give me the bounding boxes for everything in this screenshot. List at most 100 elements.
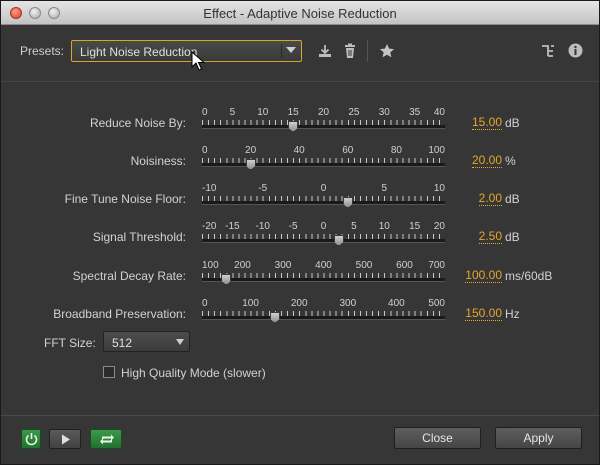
scale-tick-label: 100	[242, 298, 259, 309]
reduce-noise-by-unit: dB	[505, 116, 520, 130]
signal-threshold-unit: dB	[505, 230, 520, 244]
header-divider	[1, 81, 599, 82]
scale-tick-label: 60	[342, 145, 354, 156]
fft-size-label: FFT Size:	[44, 336, 96, 350]
noisiness-slider[interactable]: 0 20 40 60 80 100	[202, 145, 445, 171]
loop-icon	[100, 434, 114, 445]
slider-track[interactable]	[202, 278, 445, 282]
close-button[interactable]: Close	[394, 427, 481, 449]
scale-tick-label: 0	[320, 221, 327, 232]
signal-threshold-slider[interactable]: -20 -15 -10 -5 0 5 10 15 20	[202, 221, 445, 247]
scale-tick-label: -20	[202, 221, 217, 232]
apply-button[interactable]: Apply	[495, 427, 582, 449]
scale-tick-label: 80	[390, 145, 402, 156]
fft-size-dropdown[interactable]: 512	[103, 331, 190, 352]
presets-selected-value: Light Noise Reduction	[80, 45, 198, 59]
noisiness-label: Noisiness:	[130, 154, 186, 168]
scale-tick-label: 0	[202, 298, 208, 309]
scale-tick-label: 5	[351, 221, 357, 232]
slider-thumb[interactable]	[342, 197, 353, 208]
slider-scale: -20 -15 -10 -5 0 5 10 15 20	[202, 221, 445, 233]
signal-threshold-value[interactable]: 2.50	[478, 230, 502, 244]
scale-tick-label: 400	[388, 298, 405, 309]
noisiness-unit: %	[505, 154, 516, 168]
fine-tune-noise-floor-slider[interactable]: -10 -5 0 5 10	[202, 183, 445, 209]
power-icon	[25, 433, 38, 446]
slider-thumb[interactable]	[245, 159, 256, 170]
scale-tick-label: 20	[245, 145, 257, 156]
spectral-decay-rate-label: Spectral Decay Rate:	[72, 269, 186, 283]
slider-thumb[interactable]	[333, 235, 344, 246]
high-quality-checkbox[interactable]	[103, 366, 115, 378]
preview-play-button[interactable]	[49, 429, 81, 449]
delete-preset-icon[interactable]	[343, 43, 357, 64]
save-preset-icon[interactable]	[317, 43, 333, 64]
scale-tick-label: 400	[315, 260, 332, 271]
broadband-preservation-label: Broadband Preservation:	[53, 307, 186, 321]
slider-track[interactable]	[202, 239, 445, 243]
slider-scale: 0 100 200 300 400 500	[202, 298, 445, 310]
scale-tick-label: 100	[202, 260, 219, 271]
scale-tick-label: 25	[348, 107, 360, 118]
presets-label: Presets:	[20, 44, 65, 58]
slider-track[interactable]	[202, 316, 445, 320]
spectral-decay-rate-value[interactable]: 100.00	[465, 269, 502, 283]
slider-track[interactable]	[202, 125, 445, 129]
scale-tick-label: 40	[433, 107, 445, 118]
chevron-down-icon	[281, 44, 298, 58]
routing-icon[interactable]	[540, 43, 556, 64]
scale-tick-label: 30	[378, 107, 390, 118]
scale-tick-label: -10	[202, 183, 217, 194]
scale-tick-label: 700	[428, 260, 445, 271]
slider-track[interactable]	[202, 163, 445, 167]
reduce-noise-by-label: Reduce Noise By:	[89, 116, 186, 130]
fine-tune-noise-floor-value[interactable]: 2.00	[478, 192, 502, 206]
scale-tick-label: 10	[378, 221, 390, 232]
scale-tick-label: 20	[317, 107, 330, 118]
presets-dropdown[interactable]: Light Noise Reduction	[71, 40, 302, 62]
scale-tick-label: 5	[229, 107, 236, 118]
reduce-noise-by-slider[interactable]: 0 5 10 15 20 25 30 35 40	[202, 107, 445, 133]
scale-tick-label: -5	[258, 183, 268, 194]
scale-tick-label: 300	[339, 298, 357, 309]
broadband-preservation-slider[interactable]: 0 100 200 300 400 500	[202, 298, 445, 324]
favorite-star-icon[interactable]	[379, 43, 395, 64]
scale-tick-label: -15	[225, 221, 240, 232]
signal-threshold-label: Signal Threshold:	[92, 230, 186, 244]
toolbar-divider	[367, 40, 368, 62]
fine-tune-noise-floor-unit: dB	[505, 192, 520, 206]
fft-size-value: 512	[112, 336, 133, 350]
broadband-preservation-value[interactable]: 150.00	[465, 307, 502, 321]
scale-tick-label: 300	[274, 260, 292, 271]
scale-tick-label: 0	[320, 183, 327, 194]
spectral-decay-rate-slider[interactable]: 100 200 300 400 500 600 700	[202, 260, 445, 286]
scale-tick-label: 10	[257, 107, 269, 118]
info-icon[interactable]	[568, 43, 583, 63]
scale-tick-label: 5	[381, 183, 388, 194]
scale-tick-label: -10	[255, 221, 270, 232]
play-icon	[62, 434, 70, 445]
scale-tick-label: 200	[234, 260, 251, 271]
scale-tick-label: 0	[202, 107, 208, 118]
slider-thumb[interactable]	[269, 312, 280, 323]
slider-scale: 100 200 300 400 500 600 700	[202, 260, 445, 272]
loop-toggle-button[interactable]	[90, 429, 122, 449]
slider-scale: -10 -5 0 5 10	[202, 183, 445, 195]
effect-dialog: Effect - Adaptive Noise Reduction Preset…	[0, 0, 600, 465]
reduce-noise-by-value[interactable]: 15.00	[471, 116, 502, 130]
scale-tick-label: 600	[396, 260, 413, 271]
broadband-preservation-unit: Hz	[505, 307, 520, 321]
power-toggle-button[interactable]	[21, 429, 41, 449]
slider-thumb[interactable]	[288, 121, 299, 132]
scale-tick-label: 35	[409, 107, 421, 118]
scale-tick-label: 500	[428, 298, 445, 309]
scale-tick-label: 10	[433, 183, 445, 194]
slider-thumb[interactable]	[221, 274, 232, 285]
mouse-cursor-icon	[191, 50, 206, 76]
noisiness-value[interactable]: 20.00	[471, 154, 502, 168]
high-quality-label[interactable]: High Quality Mode (slower)	[121, 366, 266, 380]
scale-tick-label: 0	[202, 145, 208, 156]
scale-tick-label: 20	[433, 221, 445, 232]
window-title: Effect - Adaptive Noise Reduction	[203, 6, 397, 21]
slider-track[interactable]	[202, 201, 445, 205]
